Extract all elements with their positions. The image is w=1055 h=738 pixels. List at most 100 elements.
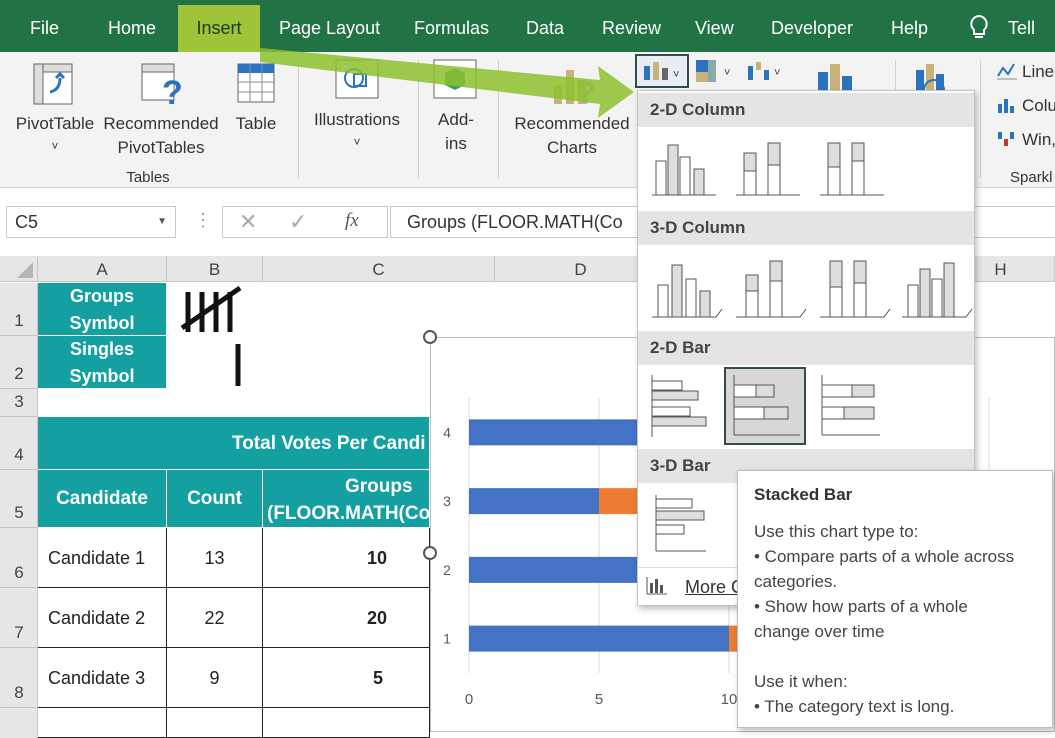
- tab-data[interactable]: Data: [514, 0, 576, 52]
- sparkline-column-button[interactable]: Colu: [1022, 94, 1055, 118]
- hierarchy-chart-icon[interactable]: ˅: [694, 58, 738, 88]
- pivottable-icon[interactable]: [32, 62, 74, 106]
- row-header-1[interactable]: 1: [0, 283, 38, 336]
- cell-count[interactable]: 22: [167, 588, 263, 648]
- clustered-bar-icon[interactable]: [646, 369, 728, 447]
- tab-view[interactable]: View: [683, 0, 746, 52]
- tab-file[interactable]: File: [18, 0, 71, 52]
- addins-button[interactable]: Add-: [426, 108, 486, 132]
- tab-home[interactable]: Home: [96, 0, 168, 52]
- cancel-icon[interactable]: ✕: [239, 209, 257, 235]
- header-groups[interactable]: Groups (FLOOR.MATH(Co: [263, 470, 430, 528]
- sparkline-line-button[interactable]: Line: [1022, 60, 1054, 84]
- 100-stacked-column-icon[interactable]: [814, 131, 896, 209]
- tally-five-symbol: [180, 286, 242, 332]
- header-candidate[interactable]: Candidate: [38, 470, 167, 528]
- recommended-pivottables-label: PivotTables: [117, 138, 205, 157]
- name-box[interactable]: C5 ▼: [6, 206, 176, 238]
- row-header-3[interactable]: 3: [0, 389, 38, 417]
- cell-count[interactable]: [167, 708, 263, 738]
- row-header-4[interactable]: 4: [0, 417, 38, 470]
- 3d-clustered-bar-icon[interactable]: [646, 489, 728, 567]
- row-header-9[interactable]: [0, 708, 38, 738]
- recommended-pivottables-icon[interactable]: ?: [140, 62, 186, 108]
- tooltip-line: • Compare parts of a whole across: [754, 547, 1015, 566]
- row-header-8[interactable]: 8: [0, 648, 38, 708]
- sparkline-line-icon[interactable]: [996, 62, 1018, 80]
- stacked-bar-option[interactable]: [724, 367, 806, 445]
- cell-candidate[interactable]: Candidate 1: [38, 528, 167, 588]
- section-2d-bar: 2-D Bar: [638, 331, 974, 365]
- tab-help[interactable]: Help: [879, 0, 940, 52]
- 3d-column-icon[interactable]: [896, 251, 978, 329]
- lightbulb-icon[interactable]: [968, 14, 990, 40]
- chart-x-tick-label: 0: [465, 691, 473, 708]
- cell-count[interactable]: 13: [167, 528, 263, 588]
- row-header-5[interactable]: 5: [0, 470, 38, 528]
- pivottable-button[interactable]: PivotTable: [10, 112, 100, 136]
- recommended-charts-icon[interactable]: ?: [550, 62, 598, 108]
- cell-a2[interactable]: Singles Symbol: [38, 336, 167, 389]
- insert-column-bar-chart-button[interactable]: ˅: [635, 54, 689, 88]
- 3d-clustered-column-icon[interactable]: [646, 251, 728, 329]
- waterfall-chart-icon[interactable]: ˅: [744, 58, 788, 88]
- tab-formulas[interactable]: Formulas: [402, 0, 501, 52]
- tooltip-line: categories.: [754, 572, 838, 591]
- cell-groups[interactable]: 5: [263, 648, 430, 708]
- cell-groups[interactable]: 10: [263, 528, 430, 588]
- illustrations-icon[interactable]: [334, 58, 380, 100]
- tooltip-title: Stacked Bar: [754, 485, 853, 504]
- row-header-2[interactable]: 2: [0, 336, 38, 389]
- table-button[interactable]: Table: [228, 112, 284, 136]
- 100-stacked-bar-icon[interactable]: [814, 369, 896, 447]
- sparkline-winloss-icon[interactable]: [996, 130, 1018, 148]
- chevron-down-icon[interactable]: ˅: [306, 130, 408, 154]
- illustrations-button[interactable]: Illustrations: [306, 108, 408, 132]
- chevron-down-icon[interactable]: ˅: [10, 134, 100, 158]
- more-charts-icon[interactable]: [646, 575, 668, 595]
- column-header-b[interactable]: B: [167, 256, 263, 282]
- formula-bar-grip-icon: ⋮: [194, 210, 212, 230]
- chart-resize-handle[interactable]: [423, 546, 437, 560]
- tab-page-layout[interactable]: Page Layout: [267, 0, 392, 52]
- tab-insert[interactable]: Insert: [178, 5, 260, 52]
- table-icon[interactable]: [236, 62, 276, 104]
- insert-function-fx-icon[interactable]: fx: [345, 210, 359, 232]
- row-header-7[interactable]: 7: [0, 588, 38, 648]
- more-column-charts-link[interactable]: More C: [685, 577, 744, 598]
- cell-count[interactable]: 9: [167, 648, 263, 708]
- 3d-stacked-column-icon[interactable]: [730, 251, 812, 329]
- chart-resize-handle[interactable]: [423, 330, 437, 344]
- chart-bar-series-1: [469, 488, 599, 515]
- 3d-100-stacked-column-icon[interactable]: [814, 251, 896, 329]
- stacked-column-icon[interactable]: [730, 131, 812, 209]
- select-all-corner[interactable]: [0, 256, 38, 282]
- column-header-c[interactable]: C: [263, 256, 495, 282]
- sparkline-winloss-button[interactable]: Win,: [1022, 128, 1055, 152]
- row-header-6[interactable]: 6: [0, 528, 38, 588]
- recommended-pivottables-button[interactable]: Recommended: [100, 112, 222, 136]
- cell-candidate[interactable]: [38, 708, 167, 738]
- cell-groups[interactable]: [263, 708, 430, 738]
- sparkline-column-icon[interactable]: [996, 96, 1018, 114]
- header-count[interactable]: Count: [167, 470, 263, 528]
- table-title[interactable]: Total Votes Per Candi: [38, 417, 430, 470]
- tab-developer[interactable]: Developer: [759, 0, 865, 52]
- recommended-charts-label: Charts: [546, 138, 598, 157]
- svg-text:˅: ˅: [673, 69, 679, 81]
- chart-y-tick-label: 2: [443, 562, 451, 578]
- tab-review[interactable]: Review: [590, 0, 673, 52]
- enter-checkmark-icon[interactable]: ✓: [289, 209, 307, 235]
- chart-y-tick-label: 4: [443, 424, 451, 440]
- recommended-charts-button[interactable]: Recommended: [508, 112, 636, 136]
- cell-a1[interactable]: Groups Symbol: [38, 283, 167, 336]
- cell-candidate[interactable]: Candidate 3: [38, 648, 167, 708]
- clustered-column-icon[interactable]: [646, 131, 728, 209]
- column-header-a[interactable]: A: [38, 256, 167, 282]
- addins-icon[interactable]: [432, 58, 478, 100]
- cell-groups[interactable]: 20: [263, 588, 430, 648]
- tell-me-search[interactable]: Tell m: [996, 0, 1055, 94]
- stacked-bar-tooltip: Stacked Bar Use this chart type to: • Co…: [737, 470, 1053, 728]
- name-box-dropdown-icon[interactable]: ▼: [157, 207, 167, 237]
- cell-candidate[interactable]: Candidate 2: [38, 588, 167, 648]
